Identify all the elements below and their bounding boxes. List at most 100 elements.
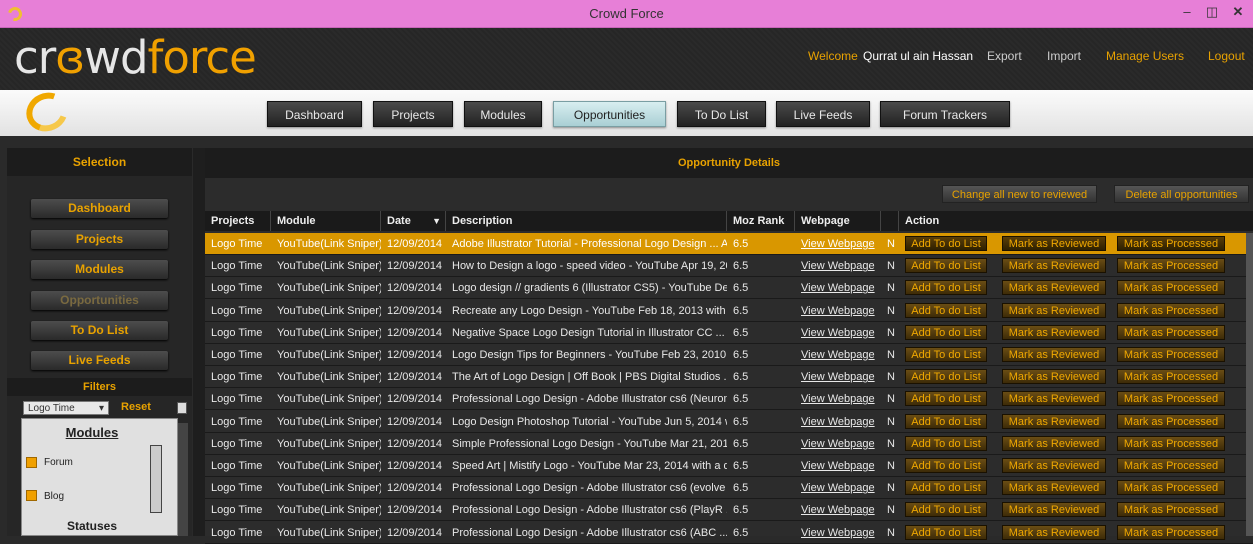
- nav-modules[interactable]: Modules: [464, 101, 542, 127]
- table-row[interactable]: Logo Time YouTube(Link Sniper) 12/09/2014 R…: [205, 300, 1253, 322]
- mark-processed-button[interactable]: Mark as Processed: [1117, 502, 1225, 518]
- add-todo-button[interactable]: Add To do List: [905, 280, 987, 296]
- mark-reviewed-button[interactable]: Mark as Reviewed: [1002, 391, 1106, 407]
- row-webpage-link[interactable]: View Webpage: [795, 233, 881, 255]
- col-moz-rank[interactable]: Moz Rank: [727, 211, 795, 231]
- project-filter-select[interactable]: Logo Time ▾: [23, 401, 109, 415]
- side-dashboard-button[interactable]: Dashboard: [31, 199, 168, 218]
- table-row[interactable]: Logo Time YouTube(Link Sniper) 12/09/2014 N…: [205, 322, 1253, 344]
- change-all-reviewed-button[interactable]: Change all new to reviewed: [942, 185, 1097, 203]
- row-webpage-link[interactable]: View Webpage: [795, 388, 881, 410]
- mark-reviewed-button[interactable]: Mark as Reviewed: [1002, 435, 1106, 451]
- row-webpage-link[interactable]: View Webpage: [795, 255, 881, 277]
- mark-reviewed-button[interactable]: Mark as Reviewed: [1002, 369, 1106, 385]
- mark-processed-button[interactable]: Mark as Processed: [1117, 391, 1225, 407]
- mark-reviewed-button[interactable]: Mark as Reviewed: [1002, 236, 1106, 251]
- table-row[interactable]: Logo Time YouTube(Link Sniper) 12/09/2014 S…: [205, 455, 1253, 477]
- mark-reviewed-button[interactable]: Mark as Reviewed: [1002, 347, 1106, 362]
- add-todo-button[interactable]: Add To do List: [905, 369, 987, 385]
- mark-reviewed-button[interactable]: Mark as Reviewed: [1002, 302, 1106, 318]
- mark-processed-button[interactable]: Mark as Processed: [1117, 302, 1225, 318]
- table-row[interactable]: Logo Time YouTube(Link Sniper) 12/09/2014 L…: [205, 411, 1253, 433]
- col-module[interactable]: Module: [271, 211, 381, 231]
- col-status[interactable]: [881, 211, 899, 231]
- col-webpage[interactable]: Webpage: [795, 211, 881, 231]
- table-row[interactable]: Logo Time YouTube(Link Sniper) 12/09/2014 P…: [205, 522, 1253, 544]
- row-webpage-link[interactable]: View Webpage: [795, 522, 881, 544]
- table-row[interactable]: Logo Time YouTube(Link Sniper) 12/09/2014 L…: [205, 344, 1253, 366]
- add-todo-button[interactable]: Add To do List: [905, 302, 987, 318]
- panel-splitter[interactable]: [193, 148, 205, 536]
- mark-reviewed-button[interactable]: Mark as Reviewed: [1002, 324, 1106, 340]
- side-live-feeds-button[interactable]: Live Feeds: [31, 351, 168, 370]
- mark-processed-button[interactable]: Mark as Processed: [1117, 480, 1225, 496]
- mark-processed-button[interactable]: Mark as Processed: [1117, 524, 1225, 540]
- mark-reviewed-button[interactable]: Mark as Reviewed: [1002, 458, 1106, 473]
- table-row[interactable]: Logo Time YouTube(Link Sniper) 12/09/2014 P…: [205, 388, 1253, 411]
- add-todo-button[interactable]: Add To do List: [905, 502, 987, 518]
- side-todo-button[interactable]: To Do List: [31, 321, 168, 340]
- table-scrollbar[interactable]: [1246, 233, 1253, 536]
- mark-reviewed-button[interactable]: Mark as Reviewed: [1002, 413, 1106, 429]
- add-todo-button[interactable]: Add To do List: [905, 413, 987, 429]
- mark-reviewed-button[interactable]: Mark as Reviewed: [1002, 502, 1106, 518]
- mark-processed-button[interactable]: Mark as Processed: [1117, 369, 1225, 385]
- add-todo-button[interactable]: Add To do List: [905, 236, 987, 251]
- restore-button[interactable]: ◫: [1203, 5, 1221, 21]
- nav-live-feeds[interactable]: Live Feeds: [776, 101, 870, 127]
- add-todo-button[interactable]: Add To do List: [905, 391, 987, 407]
- close-button[interactable]: ✕: [1229, 5, 1247, 21]
- row-webpage-link[interactable]: View Webpage: [795, 322, 881, 344]
- nav-forum-trackers[interactable]: Forum Trackers: [880, 101, 1010, 127]
- table-row[interactable]: Logo Time YouTube(Link Sniper) 12/09/2014 P…: [205, 477, 1253, 500]
- mark-reviewed-button[interactable]: Mark as Reviewed: [1002, 480, 1106, 496]
- row-webpage-link[interactable]: View Webpage: [795, 433, 881, 455]
- filter-scrollbar[interactable]: [178, 423, 188, 536]
- nav-dashboard[interactable]: Dashboard: [267, 101, 362, 127]
- table-row[interactable]: Logo Time YouTube(Link Sniper) 12/09/2014 S…: [205, 433, 1253, 455]
- reset-button[interactable]: Reset: [121, 401, 151, 413]
- mark-processed-button[interactable]: Mark as Processed: [1117, 435, 1225, 451]
- mark-reviewed-button[interactable]: Mark as Reviewed: [1002, 280, 1106, 296]
- nav-todo-list[interactable]: To Do List: [677, 101, 766, 127]
- logout-link[interactable]: Logout: [1208, 49, 1245, 63]
- mark-reviewed-button[interactable]: Mark as Reviewed: [1002, 524, 1106, 540]
- mark-processed-button[interactable]: Mark as Processed: [1117, 347, 1225, 362]
- table-row[interactable]: Logo Time YouTube(Link Sniper) 12/09/2014 H…: [205, 255, 1253, 278]
- blog-checkbox[interactable]: [26, 490, 37, 501]
- mark-processed-button[interactable]: Mark as Processed: [1117, 280, 1225, 296]
- nav-projects[interactable]: Projects: [373, 101, 453, 127]
- delete-all-button[interactable]: Delete all opportunities: [1114, 185, 1249, 203]
- add-todo-button[interactable]: Add To do List: [905, 347, 987, 362]
- side-modules-button[interactable]: Modules: [31, 260, 168, 279]
- forum-checkbox[interactable]: [26, 457, 37, 468]
- add-todo-button[interactable]: Add To do List: [905, 435, 987, 451]
- mark-processed-button[interactable]: Mark as Processed: [1117, 413, 1225, 429]
- row-webpage-link[interactable]: View Webpage: [795, 366, 881, 388]
- row-webpage-link[interactable]: View Webpage: [795, 300, 881, 322]
- mark-processed-button[interactable]: Mark as Processed: [1117, 236, 1225, 251]
- add-todo-button[interactable]: Add To do List: [905, 258, 987, 274]
- manage-users-link[interactable]: Manage Users: [1106, 49, 1184, 63]
- table-row[interactable]: Logo Time YouTube(Link Sniper) 12/09/2014 A…: [205, 233, 1253, 255]
- table-row[interactable]: Logo Time YouTube(Link Sniper) 12/09/2014 P…: [205, 499, 1253, 522]
- col-description[interactable]: Description: [446, 211, 727, 231]
- add-todo-button[interactable]: Add To do List: [905, 324, 987, 340]
- row-webpage-link[interactable]: View Webpage: [795, 499, 881, 521]
- mark-reviewed-button[interactable]: Mark as Reviewed: [1002, 258, 1106, 274]
- row-webpage-link[interactable]: View Webpage: [795, 411, 881, 433]
- table-row[interactable]: Logo Time YouTube(Link Sniper) 12/09/2014 L…: [205, 277, 1253, 300]
- minimize-button[interactable]: –: [1178, 5, 1196, 21]
- scroll-up-icon[interactable]: [177, 402, 187, 414]
- export-link[interactable]: Export: [987, 49, 1022, 63]
- side-opportunities-button[interactable]: Opportunities: [31, 291, 168, 310]
- add-todo-button[interactable]: Add To do List: [905, 524, 987, 540]
- row-webpage-link[interactable]: View Webpage: [795, 344, 881, 366]
- mark-processed-button[interactable]: Mark as Processed: [1117, 258, 1225, 274]
- add-todo-button[interactable]: Add To do List: [905, 458, 987, 473]
- add-todo-button[interactable]: Add To do List: [905, 480, 987, 496]
- row-webpage-link[interactable]: View Webpage: [795, 277, 881, 299]
- modules-scrollbar[interactable]: [150, 445, 162, 513]
- mark-processed-button[interactable]: Mark as Processed: [1117, 458, 1225, 473]
- side-projects-button[interactable]: Projects: [31, 230, 168, 249]
